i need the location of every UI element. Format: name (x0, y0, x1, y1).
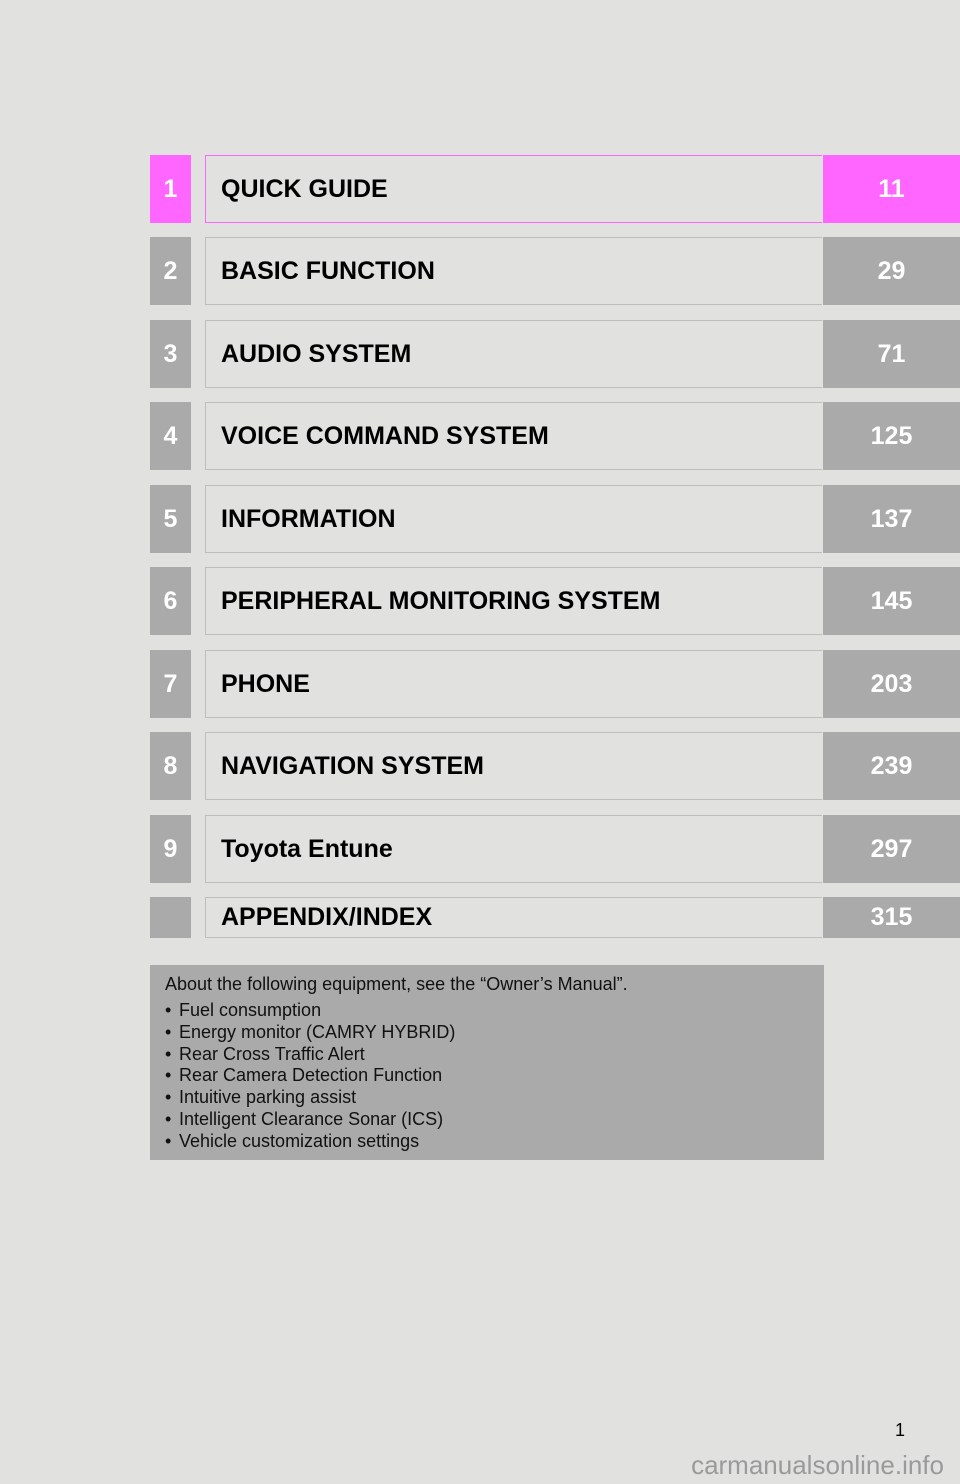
chapter-page[interactable]: 239 (823, 732, 960, 800)
chapter-title-box: INFORMATION (205, 485, 822, 553)
chapter-tab: 9 (150, 815, 191, 883)
toc-row-quick-guide[interactable]: 1 QUICK GUIDE 11 (0, 155, 960, 223)
chapter-title-box: PHONE (205, 650, 822, 718)
chapter-title[interactable]: QUICK GUIDE (206, 175, 388, 204)
list-item: • Energy monitor (CAMRY HYBRID) (165, 1022, 809, 1044)
chapter-tab: 8 (150, 732, 191, 800)
bullet-icon: • (165, 1000, 172, 1020)
chapter-title-box: Toyota Entune (205, 815, 822, 883)
chapter-page[interactable]: 315 (823, 897, 960, 938)
list-item: • Intuitive parking assist (165, 1087, 809, 1109)
chapter-tab: 4 (150, 402, 191, 470)
chapter-title-box: QUICK GUIDE (205, 155, 822, 223)
chapter-tab: 2 (150, 237, 191, 305)
chapter-page[interactable]: 29 (823, 237, 960, 305)
list-item: • Fuel consumption (165, 1000, 809, 1022)
chapter-title[interactable]: APPENDIX/INDEX (206, 903, 432, 932)
chapter-title[interactable]: PERIPHERAL MONITORING SYSTEM (206, 587, 660, 616)
list-item: • Rear Cross Traffic Alert (165, 1044, 809, 1066)
list-item-text: Fuel consumption (179, 1000, 322, 1020)
list-item-text: Intuitive parking assist (179, 1087, 357, 1108)
chapter-title-box: BASIC FUNCTION (205, 237, 822, 305)
chapter-page[interactable]: 203 (823, 650, 960, 718)
chapter-tab: 5 (150, 485, 191, 553)
chapter-title-box: PERIPHERAL MONITORING SYSTEM (205, 567, 822, 635)
chapter-title[interactable]: INFORMATION (206, 505, 396, 534)
list-item-text: Rear Cross Traffic Alert (179, 1043, 365, 1064)
chapter-tab: 7 (150, 650, 191, 718)
bullet-icon: • (165, 1043, 172, 1064)
toc-row-toyota-entune[interactable]: 9 Toyota Entune 297 (0, 815, 960, 883)
bullet-icon: • (165, 1087, 172, 1108)
chapter-tab (150, 897, 191, 938)
chapter-title[interactable]: AUDIO SYSTEM (206, 340, 411, 369)
bullet-icon: • (165, 1108, 172, 1129)
chapter-page[interactable]: 297 (823, 815, 960, 883)
list-item: • Intelligent Clearance Sonar (ICS) (165, 1109, 809, 1131)
chapter-title-box: AUDIO SYSTEM (205, 320, 822, 388)
equipment-list: • Fuel consumption • Energy monitor (CAMRY… (165, 1000, 809, 1153)
list-item-text: Rear Camera Detection Function (179, 1065, 443, 1086)
bullet-icon: • (165, 1130, 172, 1151)
toc-row-peripheral-monitoring-system[interactable]: 6 PERIPHERAL MONITORING SYSTEM 145 (0, 567, 960, 635)
chapter-page[interactable]: 145 (823, 567, 960, 635)
info-intro: About the following equipment, see the “… (165, 974, 628, 994)
chapter-title-box: VOICE COMMAND SYSTEM (205, 402, 822, 470)
chapter-title-box: APPENDIX/INDEX (205, 897, 822, 938)
chapter-title[interactable]: NAVIGATION SYSTEM (206, 752, 484, 781)
toc-row-navigation-system[interactable]: 8 NAVIGATION SYSTEM 239 (0, 732, 960, 800)
list-item-text: Vehicle customization settings (179, 1130, 420, 1151)
list-item-text: Intelligent Clearance Sonar (ICS) (179, 1108, 444, 1129)
list-item-text: Energy monitor (CAMRY HYBRID) (179, 1021, 456, 1042)
chapter-page[interactable]: 11 (823, 155, 960, 223)
toc-row-information[interactable]: 5 INFORMATION 137 (0, 485, 960, 553)
chapter-page[interactable]: 137 (823, 485, 960, 553)
chapter-page[interactable]: 125 (823, 402, 960, 470)
chapter-title[interactable]: VOICE COMMAND SYSTEM (206, 422, 549, 451)
equipment-info-box: About the following equipment, see the “… (150, 965, 824, 1160)
chapter-title[interactable]: Toyota Entune (206, 835, 393, 864)
toc-row-basic-function[interactable]: 2 BASIC FUNCTION 29 (0, 237, 960, 305)
bullet-icon: • (165, 1021, 172, 1042)
chapter-page[interactable]: 71 (823, 320, 960, 388)
chapter-title-box: NAVIGATION SYSTEM (205, 732, 822, 800)
chapter-title[interactable]: BASIC FUNCTION (206, 257, 435, 286)
watermark: carmanualsonline.info (691, 1450, 944, 1480)
toc-row-appendix-index[interactable]: APPENDIX/INDEX 315 (0, 897, 960, 938)
toc-row-voice-command-system[interactable]: 4 VOICE COMMAND SYSTEM 125 (0, 402, 960, 470)
page-number: 1 (895, 1420, 906, 1440)
chapter-tab: 3 (150, 320, 191, 388)
chapter-title[interactable]: PHONE (206, 670, 310, 699)
bullet-icon: • (165, 1065, 172, 1086)
list-item: • Vehicle customization settings (165, 1131, 809, 1153)
toc-row-phone[interactable]: 7 PHONE 203 (0, 650, 960, 718)
list-item: • Rear Camera Detection Function (165, 1065, 809, 1087)
chapter-tab: 6 (150, 567, 191, 635)
toc-row-audio-system[interactable]: 3 AUDIO SYSTEM 71 (0, 320, 960, 388)
chapter-tab: 1 (150, 155, 191, 223)
